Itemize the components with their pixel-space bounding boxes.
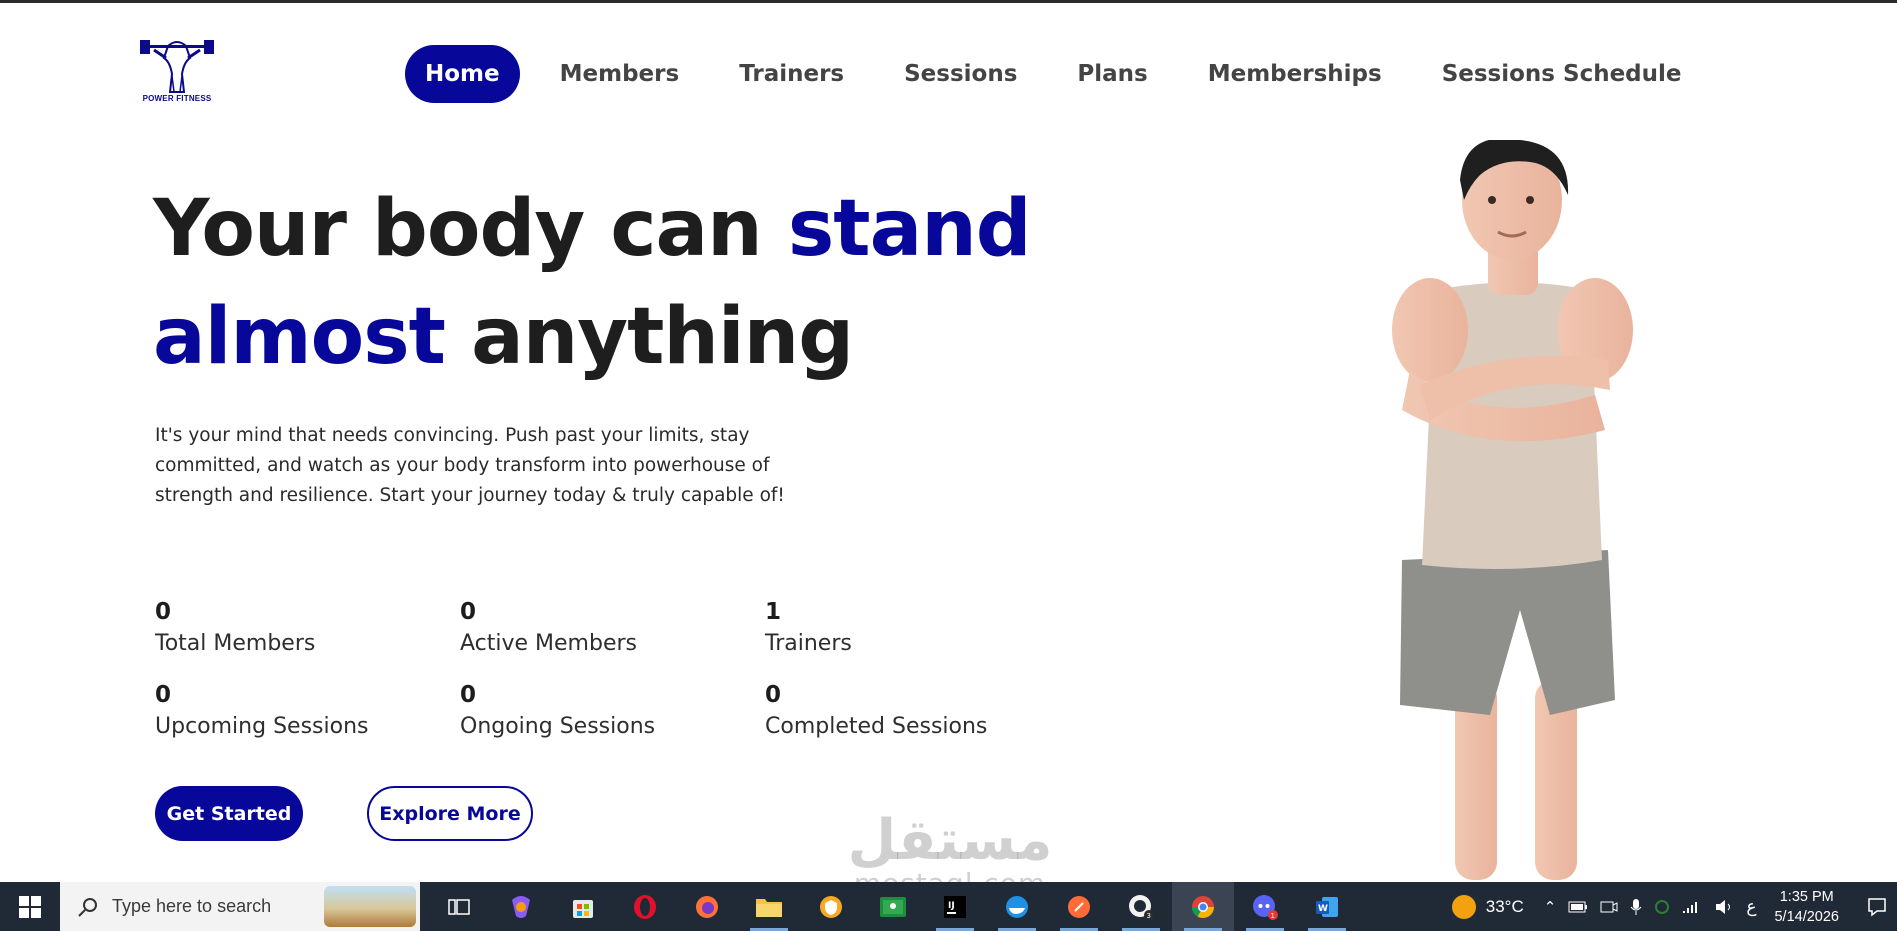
stat-value: 0 (765, 682, 782, 708)
nav-item-members[interactable]: Members (540, 45, 700, 103)
clock-time: 1:35 PM (1779, 888, 1834, 905)
main-nav: Home Members Trainers Sessions Plans Mem… (405, 45, 1722, 103)
notification-center-button[interactable] (1857, 882, 1897, 931)
firefox-icon[interactable] (676, 882, 738, 931)
stats-grid: 0 Total Members 0 Active Members 1 Train… (155, 596, 1035, 754)
explore-more-button[interactable]: Explore More (367, 786, 533, 841)
stat-label: Trainers (765, 631, 852, 656)
nav-item-memberships[interactable]: Memberships (1188, 45, 1402, 103)
stat-label: Upcoming Sessions (155, 714, 369, 739)
stat-value: 0 (155, 599, 172, 625)
windows-start-button[interactable] (0, 882, 60, 931)
search-highlight-image (324, 886, 416, 927)
search-icon (78, 897, 97, 917)
hero-title: Your body can stand almost anything (153, 175, 1053, 391)
file-explorer-icon[interactable] (738, 882, 800, 931)
show-hidden-icons-chevron-icon[interactable]: ⌃ (1544, 898, 1557, 916)
stat-total-members: 0 Total Members (155, 596, 460, 671)
stat-value: 1 (765, 599, 782, 625)
sync-status-icon[interactable] (1654, 899, 1670, 915)
watermark-arabic: مستقل (847, 808, 1053, 873)
stat-value: 0 (460, 599, 477, 625)
system-clock[interactable]: 1:35 PM 5/14/2026 (1774, 887, 1839, 927)
input-language-indicator[interactable]: ع (1746, 897, 1756, 917)
tray-icons: ⌃ ع (1544, 897, 1757, 917)
microphone-icon[interactable] (1630, 898, 1642, 916)
stat-active-members: 0 Active Members (460, 596, 765, 671)
stat-label: Active Members (460, 631, 637, 656)
get-started-button[interactable]: Get Started (155, 786, 303, 841)
copilot-icon[interactable] (490, 882, 552, 931)
stat-value: 0 (155, 682, 172, 708)
discord-icon[interactable]: 1 (1234, 882, 1296, 931)
hero-title-part2: anything (444, 292, 854, 382)
nav-item-plans[interactable]: Plans (1057, 45, 1167, 103)
wifi-icon[interactable] (1682, 899, 1702, 915)
task-view-icon[interactable] (428, 882, 490, 931)
nav-item-sessions-schedule[interactable]: Sessions Schedule (1422, 45, 1702, 103)
stat-label: Completed Sessions (765, 714, 988, 739)
stat-value: 0 (460, 682, 477, 708)
postman-icon[interactable] (1048, 882, 1110, 931)
weather-widget[interactable]: 33°C (1451, 894, 1524, 919)
opera-icon[interactable] (614, 882, 676, 931)
chrome-icon[interactable] (1172, 882, 1234, 931)
windows-logo-icon (19, 895, 41, 918)
system-tray: 33°C ⌃ ع 1:35 PM 5/14/2026 (1451, 882, 1897, 931)
search-placeholder: Type here to search (112, 896, 272, 916)
svg-text:W: W (1318, 904, 1328, 914)
clock-date: 5/14/2026 (1774, 908, 1839, 925)
stat-upcoming-sessions: 0 Upcoming Sessions (155, 679, 460, 754)
taskbar-apps: IJ 3 1 W (428, 882, 1358, 931)
hero-description: It's your mind that needs convincing. Pu… (155, 425, 785, 506)
svg-text:IJ: IJ (948, 901, 955, 911)
vpn-icon[interactable] (800, 882, 862, 931)
window-top-border (0, 0, 1897, 3)
stat-label: Ongoing Sessions (460, 714, 656, 739)
stat-trainers: 1 Trainers (765, 596, 1035, 671)
nav-item-trainers[interactable]: Trainers (719, 45, 864, 103)
camera-icon[interactable] (1600, 899, 1618, 915)
stat-label: Total Members (155, 631, 316, 656)
weather-temperature: 33°C (1485, 896, 1524, 916)
logo-emblem-icon (140, 40, 214, 93)
microsoft-word-icon[interactable]: W (1296, 882, 1358, 931)
github-desktop-icon[interactable]: 3 (1110, 882, 1172, 931)
weather-sun-icon (1451, 894, 1476, 919)
google-classroom-icon[interactable] (862, 882, 924, 931)
windows-taskbar: Type here to search IJ 3 1 W 33°C ⌃ ع 1:… (0, 882, 1897, 931)
microsoft-store-icon[interactable] (552, 882, 614, 931)
logo-text: POWER FITNESS (142, 94, 212, 103)
intellij-idea-icon[interactable]: IJ (924, 882, 986, 931)
nav-item-sessions[interactable]: Sessions (884, 45, 1037, 103)
hero-title-part1: Your body can (153, 184, 788, 274)
hero-fitness-figure-image (1340, 140, 1690, 880)
taskbar-search-box[interactable]: Type here to search (60, 882, 420, 931)
docker-icon[interactable] (986, 882, 1048, 931)
battery-icon[interactable] (1568, 900, 1588, 914)
notification-icon (1868, 897, 1886, 917)
power-fitness-logo[interactable]: POWER FITNESS (138, 36, 216, 110)
svg-text:3: 3 (1147, 912, 1151, 920)
stat-completed-sessions: 0 Completed Sessions (765, 679, 1035, 754)
nav-item-home[interactable]: Home (405, 45, 520, 103)
stat-ongoing-sessions: 0 Ongoing Sessions (460, 679, 765, 754)
volume-icon[interactable] (1714, 899, 1734, 915)
svg-text:1: 1 (1271, 912, 1275, 920)
